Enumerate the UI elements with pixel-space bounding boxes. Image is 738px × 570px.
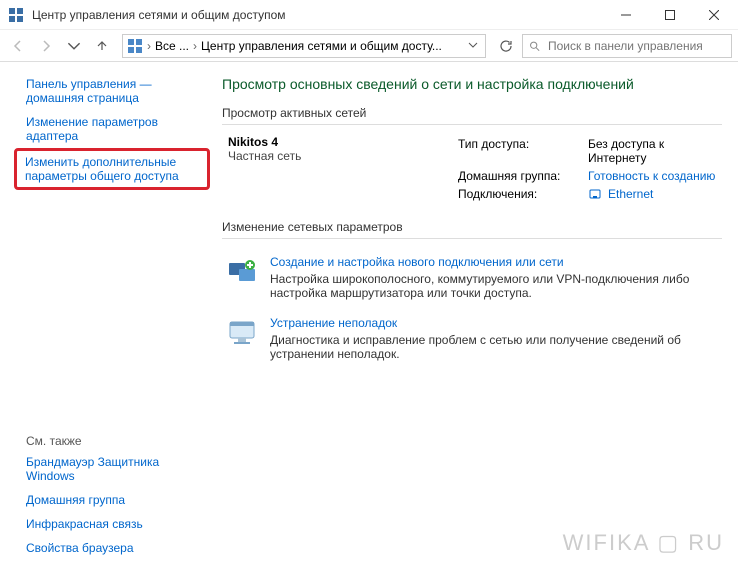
see-also-link-infrared[interactable]: Инфракрасная связь <box>16 512 210 536</box>
network-props: Тип доступа: Без доступа к Интернету Дом… <box>458 135 722 206</box>
chevron-right-icon: › <box>147 39 151 53</box>
nav-back-button[interactable] <box>6 34 30 58</box>
refresh-button[interactable] <box>494 34 518 58</box>
task-link-new-connection[interactable]: Создание и настройка нового подключения … <box>270 255 564 269</box>
see-also-link-firewall[interactable]: Брандмауэр Защитника Windows <box>16 450 210 488</box>
breadcrumb-icon <box>127 38 143 54</box>
nav-dropdown-button[interactable] <box>62 34 86 58</box>
task-item: Устранение неполадок Диагностика и испра… <box>222 310 722 371</box>
active-networks-header: Просмотр активных сетей <box>222 106 722 125</box>
app-icon <box>8 7 24 23</box>
network-type: Частная сеть <box>228 149 458 163</box>
nav-up-button[interactable] <box>90 34 114 58</box>
titlebar: Центр управления сетями и общим доступом <box>0 0 738 30</box>
toolbar: › Все ... › Центр управления сетями и об… <box>0 30 738 62</box>
breadcrumb-item[interactable]: Все ... <box>155 39 189 53</box>
main: Просмотр основных сведений о сети и наст… <box>210 62 738 570</box>
homegroup-link[interactable]: Готовность к созданию <box>588 169 715 183</box>
search-input[interactable] <box>546 38 725 54</box>
sidebar-link-home[interactable]: Панель управления — домашняя страница <box>16 72 210 110</box>
troubleshoot-icon <box>226 316 258 348</box>
see-also-link-browser[interactable]: Свойства браузера <box>16 536 210 560</box>
chevron-right-icon: › <box>193 39 197 53</box>
ethernet-icon <box>588 187 602 201</box>
sidebar-link-adapter[interactable]: Изменение параметров адаптера <box>16 110 210 148</box>
see-also-link-homegroup[interactable]: Домашняя группа <box>16 488 210 512</box>
search-icon <box>529 40 540 52</box>
minimize-button[interactable] <box>604 0 648 30</box>
connection-link[interactable]: Ethernet <box>588 187 653 201</box>
content: Панель управления — домашняя страница Из… <box>0 62 738 570</box>
network-row: Nikitos 4 Частная сеть Тип доступа: Без … <box>222 135 722 220</box>
task-desc: Настройка широкополосного, коммутируемог… <box>270 272 722 300</box>
breadcrumb-dropdown[interactable] <box>465 39 481 53</box>
breadcrumb-item[interactable]: Центр управления сетями и общим досту... <box>201 39 442 53</box>
sidebar-link-sharing[interactable]: Изменить дополнительные параметры общего… <box>14 148 210 190</box>
watermark: WIFIKA ▢ RU <box>563 530 724 556</box>
change-settings-header: Изменение сетевых параметров <box>222 220 722 239</box>
task-item: Создание и настройка нового подключения … <box>222 249 722 310</box>
window-controls <box>604 0 736 30</box>
see-also-title: См. также <box>16 428 210 450</box>
see-also: См. также Брандмауэр Защитника Windows Д… <box>16 428 210 560</box>
window-title: Центр управления сетями и общим доступом <box>32 8 604 22</box>
prop-value: Без доступа к Интернету <box>588 137 722 165</box>
network-name-block: Nikitos 4 Частная сеть <box>228 135 458 206</box>
connection-name: Ethernet <box>608 187 653 201</box>
task-link-troubleshoot[interactable]: Устранение неполадок <box>270 316 397 330</box>
prop-label: Домашняя группа: <box>458 169 588 183</box>
network-name: Nikitos 4 <box>228 135 458 149</box>
breadcrumb[interactable]: › Все ... › Центр управления сетями и об… <box>122 34 486 58</box>
close-button[interactable] <box>692 0 736 30</box>
page-title: Просмотр основных сведений о сети и наст… <box>222 76 722 92</box>
search-box[interactable] <box>522 34 732 58</box>
maximize-button[interactable] <box>648 0 692 30</box>
sidebar: Панель управления — домашняя страница Из… <box>0 62 210 570</box>
task-desc: Диагностика и исправление проблем с сеть… <box>270 333 722 361</box>
prop-label: Подключения: <box>458 187 588 201</box>
nav-forward-button[interactable] <box>34 34 58 58</box>
prop-label: Тип доступа: <box>458 137 588 151</box>
new-connection-icon <box>226 255 258 287</box>
